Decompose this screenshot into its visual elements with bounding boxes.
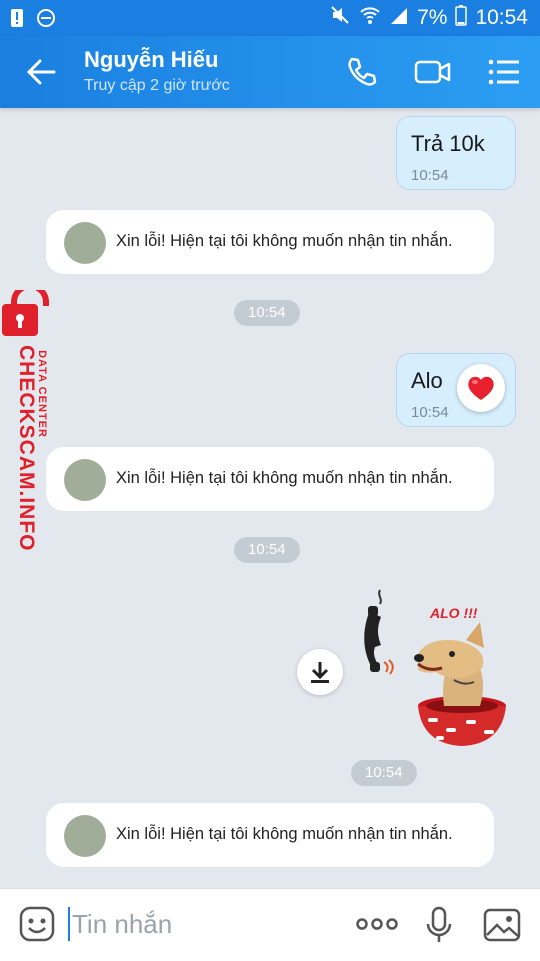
avatar[interactable] <box>64 459 106 501</box>
sticker-message[interactable]: ALO !!! <box>356 588 516 758</box>
signal-icon <box>389 4 409 32</box>
wifi-icon <box>359 4 381 32</box>
sticker-caption: ALO !!! <box>429 605 478 621</box>
system-message-text: Xin lỗi! Hiện tại tôi không muốn nhận ti… <box>116 232 453 250</box>
back-arrow-icon[interactable] <box>24 56 60 88</box>
battery-icon <box>455 4 468 32</box>
watermark: CHECKSCAM.INFO DATA CENTER <box>0 283 70 552</box>
message-time: 10:54 <box>411 404 449 421</box>
last-seen-status: Truy cập 2 giờ trước <box>84 77 230 94</box>
battery-percent: 7% <box>417 6 448 29</box>
system-message-text: Xin lỗi! Hiện tại tôi không muốn nhận ti… <box>116 825 453 843</box>
emoji-icon[interactable] <box>18 905 56 943</box>
outgoing-message[interactable]: Trả 10k 10:54 <box>396 116 516 190</box>
contact-name[interactable]: Nguyễn Hiếu <box>84 47 218 73</box>
message-input[interactable]: Tin nhắn <box>72 909 172 940</box>
system-message: Xin lỗi! Hiện tại tôi không muốn nhận ti… <box>46 210 494 274</box>
download-icon <box>311 662 329 683</box>
chat-header: Nguyễn Hiếu Truy cập 2 giờ trước <box>0 36 540 108</box>
minus-circle-icon <box>36 8 56 33</box>
watermark-tag: DATA CENTER <box>36 350 48 438</box>
system-message: Xin lỗi! Hiện tại tôi không muốn nhận ti… <box>46 447 494 511</box>
message-text: Alo <box>411 368 443 393</box>
status-time: 10:54 <box>475 6 528 29</box>
time-divider: 10:54 <box>234 537 300 563</box>
heart-reaction[interactable] <box>457 364 505 412</box>
more-icon[interactable] <box>354 913 400 935</box>
time-divider: 10:54 <box>351 760 417 786</box>
status-bar: 7% 10:54 <box>0 0 540 36</box>
alert-icon <box>10 8 24 33</box>
time-divider: 10:54 <box>234 300 300 326</box>
microphone-icon[interactable] <box>424 905 454 945</box>
avatar[interactable] <box>64 222 106 264</box>
system-message-text: Xin lỗi! Hiện tại tôi không muốn nhận ti… <box>116 469 453 487</box>
system-message: Xin lỗi! Hiện tại tôi không muốn nhận ti… <box>46 803 494 867</box>
menu-icon[interactable] <box>486 54 522 90</box>
message-time: 10:54 <box>411 167 449 184</box>
image-icon[interactable] <box>482 907 522 943</box>
heart-icon <box>468 376 494 400</box>
text-cursor <box>68 907 70 941</box>
message-list[interactable]: Trả 10k 10:54 Xin lỗi! Hiện tại tôi khôn… <box>0 108 540 888</box>
phone-icon[interactable] <box>344 54 380 90</box>
message-composer: Tin nhắn <box>0 888 540 961</box>
mute-icon <box>329 4 351 32</box>
message-text: Trả 10k <box>411 131 485 156</box>
dog-phone-sticker: ALO !!! <box>364 589 506 746</box>
avatar[interactable] <box>64 815 106 857</box>
download-button[interactable] <box>297 649 343 695</box>
video-call-icon[interactable] <box>414 54 451 90</box>
